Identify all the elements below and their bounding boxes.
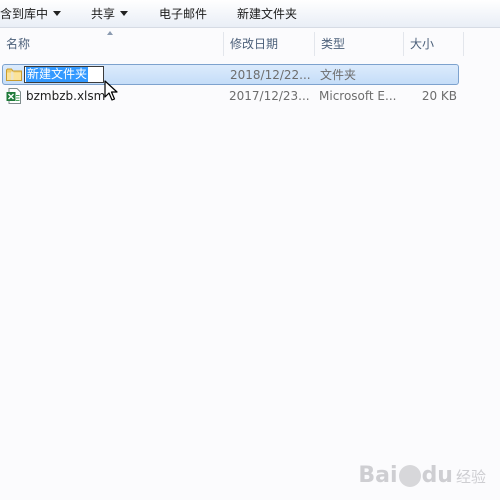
include-in-library-label: 含到库中 <box>0 7 49 21</box>
share-label: 共享 <box>91 7 116 21</box>
file-size <box>408 65 458 86</box>
excel-file-icon <box>6 88 21 104</box>
chevron-down-icon <box>120 11 129 16</box>
folder-icon <box>6 68 22 81</box>
watermark-brand-tail: du <box>421 463 453 488</box>
column-header-type[interactable]: 类型 <box>315 30 403 58</box>
file-date: 2018/12/22... <box>230 68 311 82</box>
file-row-new-folder[interactable]: 新建文件夹 2018/12/22... 文件夹 <box>2 64 459 85</box>
watermark-sub: 经验 <box>455 468 486 486</box>
column-header-row: 名称 修改日期 类型 大小 <box>0 30 500 58</box>
email-label: 电子邮件 <box>159 7 208 21</box>
rename-input-selected-text: 新建文件夹 <box>26 67 89 82</box>
email-button[interactable]: 电子邮件 <box>159 6 207 22</box>
column-divider[interactable] <box>463 32 464 56</box>
mouse-cursor-icon <box>104 80 118 101</box>
file-name: bzmbzb.xlsm <box>26 89 106 103</box>
baidu-jingyan-watermark: Bai du 经验 <box>358 463 486 488</box>
new-folder-button[interactable]: 新建文件夹 <box>237 6 297 22</box>
chevron-down-icon <box>53 11 62 16</box>
watermark-brand: Bai <box>358 463 398 488</box>
file-date: 2017/12/23... <box>229 89 310 103</box>
file-row-bzmbzb[interactable]: bzmbzb.xlsm 2017/12/23... Microsoft E...… <box>2 86 459 107</box>
file-size: 20 KB <box>421 89 457 103</box>
column-header-date-modified[interactable]: 修改日期 <box>224 30 314 58</box>
file-type: Microsoft E... <box>319 89 397 103</box>
column-header-size[interactable]: 大小 <box>404 30 464 58</box>
baidu-paw-icon <box>398 465 421 487</box>
rename-input[interactable]: 新建文件夹 <box>24 66 104 83</box>
file-type: 文件夹 <box>320 68 357 82</box>
sort-ascending-icon <box>107 31 113 35</box>
new-folder-label: 新建文件夹 <box>237 7 298 21</box>
share-button[interactable]: 共享 <box>91 6 129 22</box>
command-toolbar: 含到库中 共享 电子邮件 新建文件夹 <box>0 0 500 28</box>
include-in-library-button[interactable]: 含到库中 <box>0 6 62 22</box>
